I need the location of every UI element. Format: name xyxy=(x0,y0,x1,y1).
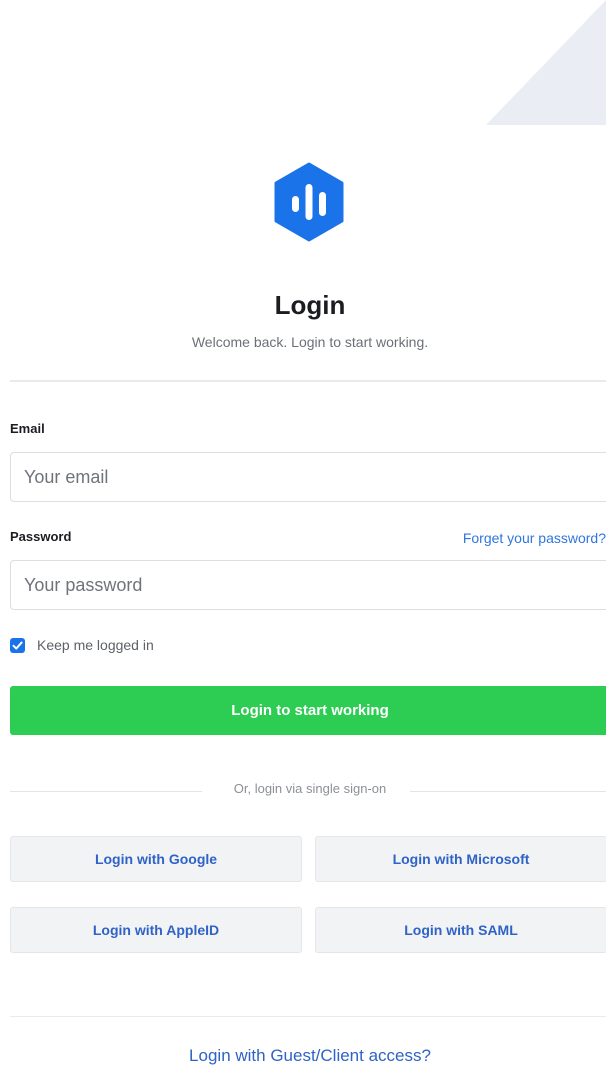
email-field[interactable] xyxy=(10,452,606,502)
footer-divider xyxy=(10,1016,606,1017)
login-with-saml-button[interactable]: Login with SAML xyxy=(315,907,606,953)
password-field[interactable] xyxy=(10,560,606,610)
checkmark-icon xyxy=(12,641,23,649)
keep-logged-in-row[interactable]: Keep me logged in xyxy=(10,637,154,653)
email-label: Email xyxy=(10,421,45,436)
sso-divider-text: Or, login via single sign-on xyxy=(233,781,387,796)
keep-logged-in-checkbox[interactable] xyxy=(10,637,25,653)
login-submit-button[interactable]: Login to start working xyxy=(10,686,606,735)
sso-divider-right xyxy=(410,791,606,792)
page-title: Login xyxy=(274,290,346,320)
login-with-appleid-button[interactable]: Login with AppleID xyxy=(10,907,302,953)
app-logo-icon xyxy=(274,162,344,242)
forgot-password-link[interactable]: Forget your password? xyxy=(463,530,606,546)
decorative-corner-shape xyxy=(486,0,606,125)
keep-logged-in-label: Keep me logged in xyxy=(37,637,154,653)
page-subtitle: Welcome back. Login to start working. xyxy=(191,334,429,350)
guest-access-link[interactable]: Login with Guest/Client access? xyxy=(0,1046,606,1066)
login-with-microsoft-button[interactable]: Login with Microsoft xyxy=(315,836,606,882)
login-with-google-button[interactable]: Login with Google xyxy=(10,836,302,882)
password-label: Password xyxy=(10,529,72,544)
header-divider xyxy=(10,380,606,382)
login-page: Login Welcome back. Login to start worki… xyxy=(0,0,606,1068)
